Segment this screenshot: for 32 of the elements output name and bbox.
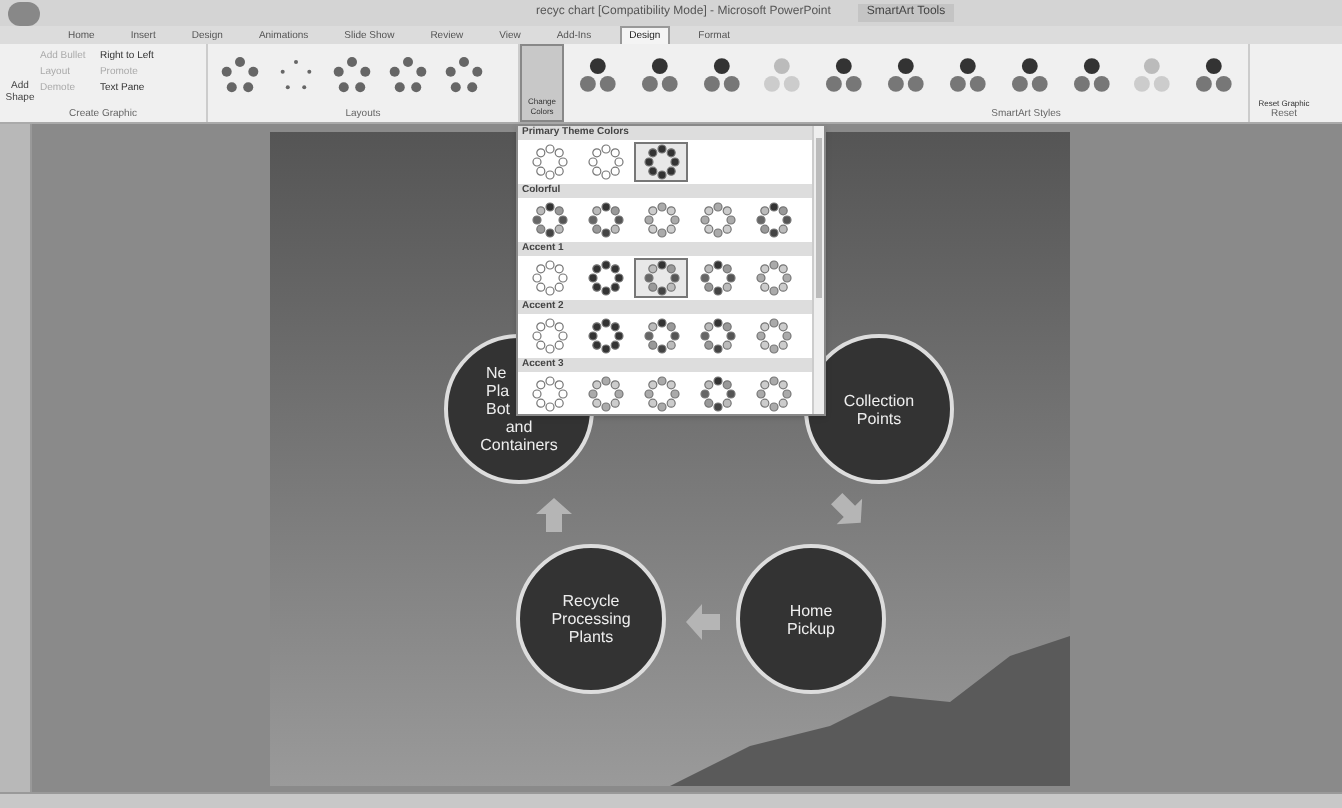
style-thumbnail-icon[interactable] [699,54,743,98]
cycle-arrow-icon [684,602,724,642]
node-label: Ne [486,364,507,382]
node-label: Processing [551,610,631,628]
layout-thumbnail-icon[interactable] [216,54,264,98]
style-thumbnail-icon[interactable] [1007,54,1051,98]
style-thumbnail-icon[interactable] [884,54,928,98]
style-thumbnail-icon[interactable] [822,54,867,98]
cycle-arrow-icon [534,496,574,536]
color-option[interactable] [634,258,688,298]
style-thumbnail-icon[interactable] [637,54,682,98]
style-thumbnail-icon[interactable] [576,54,620,98]
style-thumbnail-icon[interactable] [1069,54,1113,98]
node-label: Recycle [562,592,620,610]
layout-thumbnail-icon[interactable] [328,54,376,98]
style-thumbnail-icon[interactable] [760,54,805,98]
node-label: Containers [480,436,558,454]
scrollbar[interactable] [812,126,824,414]
layout-thumbnail-icon[interactable] [384,54,432,98]
node-label: Collection [843,391,915,409]
node-label: and [505,418,533,436]
node-label: Pickup [786,619,835,637]
style-thumbnail-icon[interactable] [1192,54,1236,98]
style-thumbnail-icon[interactable] [1130,54,1175,98]
node-label: Points [856,409,902,427]
node-label: Bot [486,400,511,418]
node-label: Plants [568,628,614,646]
layout-thumbnail-icon[interactable] [440,54,488,98]
node-label: Pla [486,382,510,400]
style-thumbnail-icon[interactable] [945,54,990,98]
node-label: Home [789,601,833,619]
color-option[interactable] [634,142,688,182]
